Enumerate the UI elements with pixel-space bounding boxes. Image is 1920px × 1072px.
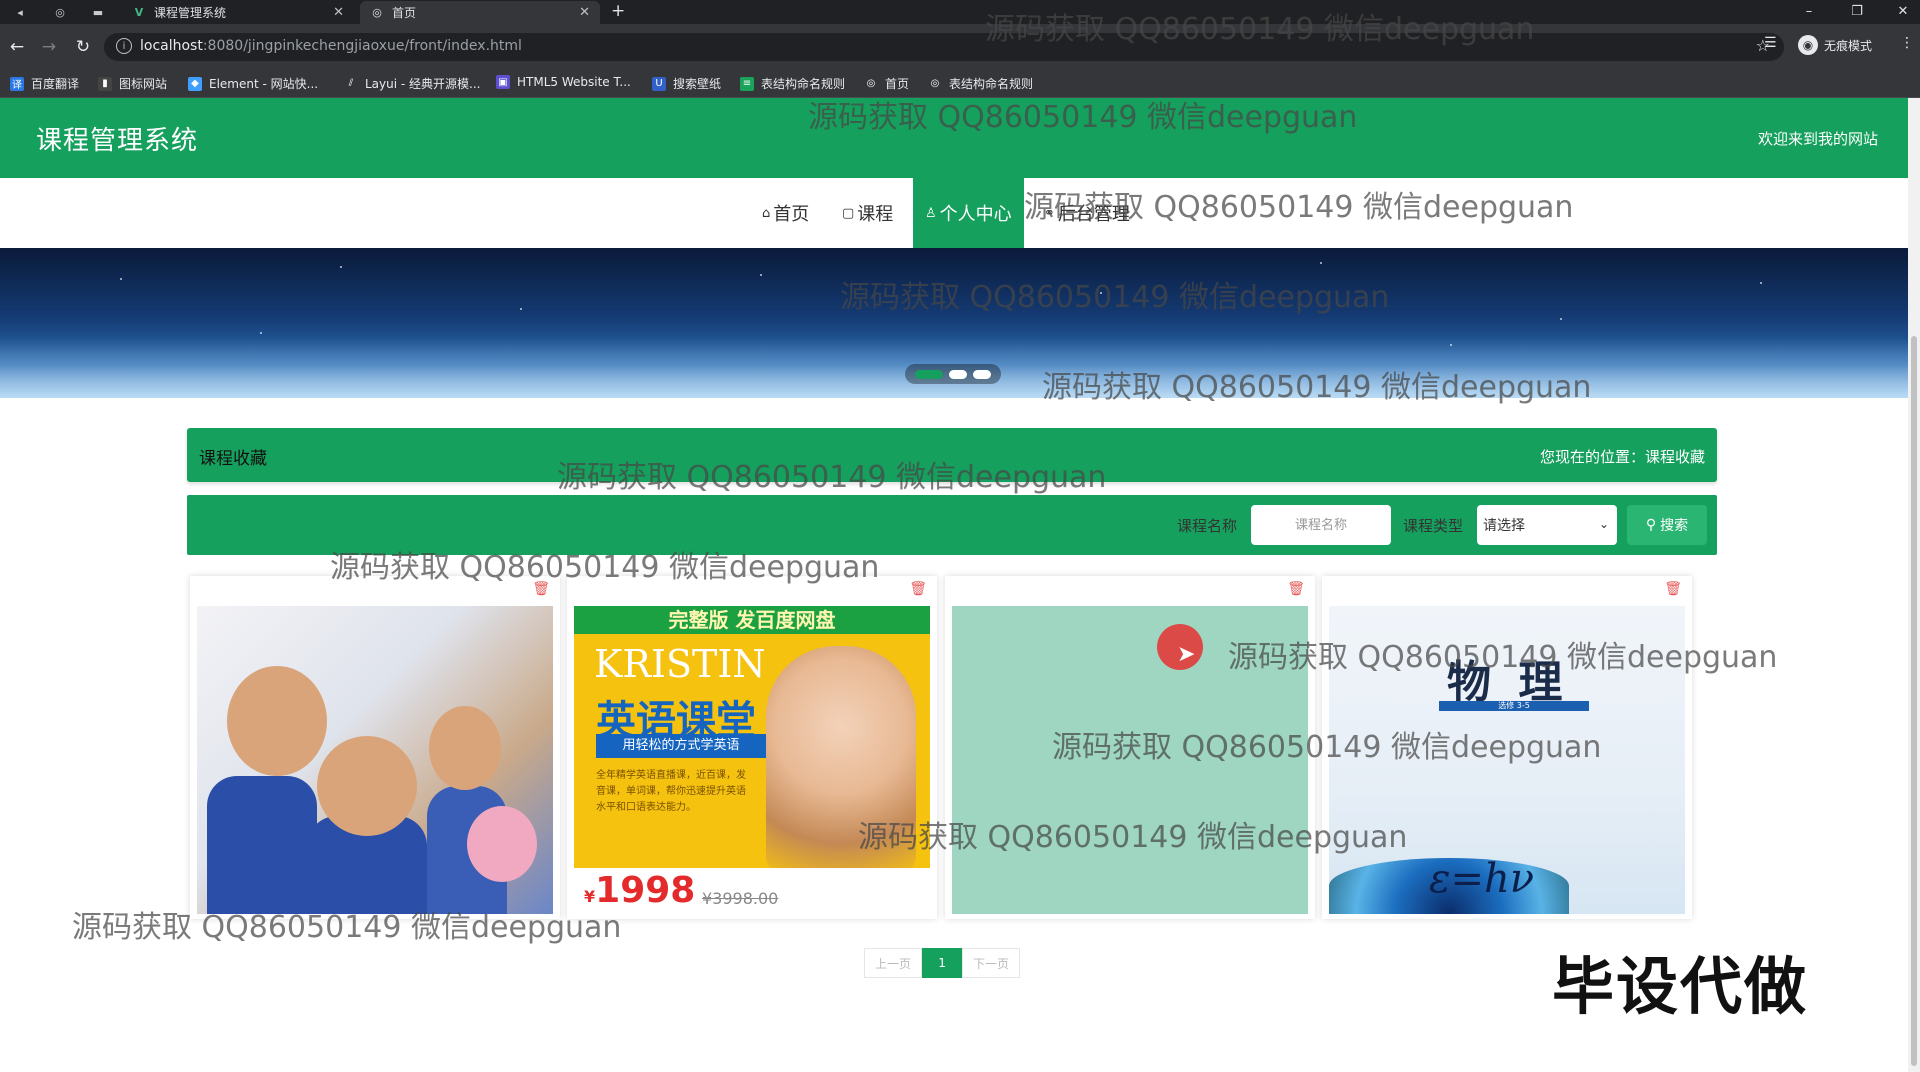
old-price: ¥3998.00	[702, 889, 779, 908]
minimize-button[interactable]: –	[1792, 0, 1826, 22]
bookmark-item[interactable]: ≡ 表结构命名规则	[740, 75, 845, 92]
main-nav: ⌂ 首页 ▢ 课程 ♙ 个人中心 ⚭ 后台管理	[0, 178, 1908, 248]
course-image-kids[interactable]	[197, 606, 553, 914]
speaker-icon[interactable]: ◂	[10, 2, 30, 22]
price: ¥1998	[584, 870, 696, 911]
course-card[interactable]: 🗑 ➤	[945, 576, 1315, 919]
carousel-dot[interactable]	[973, 369, 991, 379]
carousel-dot[interactable]	[915, 369, 943, 379]
bookmark-item[interactable]: U 搜索壁纸	[652, 75, 721, 92]
globe-icon[interactable]: ◎	[50, 2, 70, 22]
section-breadcrumb: 课程收藏 您现在的位置：课程收藏	[187, 428, 1717, 482]
link-icon: ⚭	[1044, 205, 1055, 221]
forward-button[interactable]: →	[38, 36, 60, 58]
carousel-indicators	[905, 364, 1001, 384]
url-text[interactable]: localhost:8080/jingpinkechengjiaoxue/fro…	[140, 38, 522, 54]
tab-title: 首页	[392, 6, 417, 20]
reading-list-icon[interactable]: ☰	[1764, 35, 1777, 51]
trash-icon[interactable]: 🗑	[1287, 581, 1305, 597]
site-title: 课程管理系统	[36, 126, 199, 156]
course-type-label: 课程类型	[1403, 517, 1464, 535]
close-tab-icon[interactable]: ✕	[579, 5, 590, 20]
next-page-button[interactable]: 下一页	[962, 948, 1021, 978]
reload-button[interactable]: ↻	[72, 36, 94, 58]
breadcrumb-location: 您现在的位置：课程收藏	[1539, 448, 1705, 466]
page-number[interactable]: 1	[922, 948, 963, 978]
site-header: 课程管理系统 欢迎来到我的网站	[0, 98, 1908, 178]
model-photo	[766, 646, 916, 876]
vue-icon: V	[134, 6, 144, 19]
browser-toolbar: ← → ↻ i localhost:8080/jingpinkechengjia…	[0, 24, 1920, 70]
user-icon: ♙	[925, 205, 937, 221]
mouse-cursor-icon: ➤	[1177, 642, 1196, 667]
address-bar[interactable]: i localhost:8080/jingpinkechengjiaoxue/f…	[104, 33, 1784, 61]
profile-button[interactable]: ◉ 无痕模式	[1798, 35, 1872, 55]
course-card[interactable]: 🗑	[190, 576, 560, 919]
poster-band: 完整版 发百度网盘	[574, 606, 930, 634]
restore-button[interactable]: ❐	[1840, 0, 1874, 22]
nav-item-home[interactable]: ⌂ 首页	[762, 178, 809, 248]
promo-stamp: 毕设代做	[1552, 950, 1809, 1023]
scroll-thumb[interactable]	[1911, 336, 1917, 1066]
course-card[interactable]: 🗑 物 理 选修 3-5 ε=hν	[1322, 576, 1692, 919]
new-tab-button[interactable]: +	[611, 1, 625, 21]
poster-brand: KRISTIN	[594, 642, 766, 686]
bookmark-item[interactable]: ◎ 表结构命名规则	[928, 75, 1033, 92]
course-image-english[interactable]: 完整版 发百度网盘 KRISTIN 英语课堂 用轻松的方式学英语 全年精学英语直…	[574, 606, 930, 914]
course-name-label: 课程名称	[1177, 517, 1238, 535]
menu-icon[interactable]: ⋮	[1900, 35, 1914, 51]
search-icon: ⚲	[1645, 517, 1657, 533]
web-page: 课程管理系统 欢迎来到我的网站 ⌂首页 ▢课程 ♙个人中心 ⚭后台管理	[0, 98, 1920, 1072]
browser-tab-home[interactable]: ◎ 首页 ✕	[360, 1, 600, 24]
nav-item-profile[interactable]: ♙ 个人中心	[913, 178, 1024, 248]
poster-subtitle: 用轻松的方式学英语	[596, 734, 766, 758]
close-window-button[interactable]: ✕	[1886, 0, 1920, 22]
welcome-text: 欢迎来到我的网站	[1757, 130, 1878, 148]
bookmarks-bar: 译百度翻译 ▮ 图标网站 ◆ Element - 网站快... ⫽ Layui - 经…	[0, 70, 1920, 98]
incognito-icon: ◉	[1798, 35, 1818, 55]
bookmark-item[interactable]: ▮ 图标网站	[98, 75, 167, 92]
bookmark-item[interactable]: 译百度翻译	[10, 75, 79, 92]
course-name-input[interactable]	[1251, 505, 1391, 545]
book-equation: ε=hν	[1429, 856, 1535, 902]
profile-label: 无痕模式	[1824, 38, 1873, 53]
trash-icon[interactable]: 🗑	[909, 581, 927, 597]
pagination: 上一页 1 下一页	[864, 948, 1021, 978]
browser-tab-course[interactable]: V 课程管理系统 ✕	[122, 1, 354, 24]
poster-desc: 全年精学英语直播课，近百课，发音课，单词课，帮你迅速提升英语水平和口语表达能力。	[596, 770, 746, 813]
nav-item-course[interactable]: ▢ 课程	[842, 178, 893, 248]
info-icon[interactable]: i	[116, 38, 132, 54]
banner-carousel[interactable]	[0, 248, 1908, 398]
tab-title: 课程管理系统	[154, 6, 227, 20]
back-button[interactable]: ←	[6, 36, 28, 58]
book-icon: ▢	[842, 205, 855, 221]
page-scrollbar[interactable]	[1908, 98, 1920, 1072]
section-title: 课程收藏	[199, 449, 267, 469]
bookmark-item[interactable]: ▣ HTML5 Website T...	[496, 75, 631, 89]
globe-icon: ◎	[372, 6, 382, 19]
search-button[interactable]: ⚲ 搜索	[1627, 505, 1707, 545]
search-bar: 课程名称 课程类型 请选择 ⌄ ⚲搜索	[187, 495, 1717, 555]
bookmark-item[interactable]: ◎ 首页	[864, 75, 909, 92]
home-icon: ⌂	[762, 205, 771, 221]
bookmark-item[interactable]: ⫽ Layui - 经典开源模...	[344, 75, 480, 92]
trash-icon[interactable]: 🗑	[1664, 581, 1682, 597]
chevron-down-icon: ⌄	[1598, 517, 1609, 531]
course-card[interactable]: 🗑 完整版 发百度网盘 KRISTIN 英语课堂 用轻松的方式学英语 全年精学英…	[567, 576, 937, 919]
prev-page-button[interactable]: 上一页	[864, 948, 923, 978]
bookmark-item[interactable]: ◆ Element - 网站快...	[188, 75, 318, 92]
nav-item-admin[interactable]: ⚭ 后台管理	[1044, 178, 1130, 248]
close-tab-icon[interactable]: ✕	[333, 5, 344, 20]
course-image-blank[interactable]: ➤	[952, 606, 1308, 914]
course-type-select[interactable]: 请选择 ⌄	[1477, 505, 1617, 545]
select-value: 请选择	[1483, 518, 1525, 534]
trash-icon[interactable]: 🗑	[532, 581, 550, 597]
carousel-dot[interactable]	[949, 369, 967, 379]
tab-search-icon[interactable]: ▬	[88, 2, 108, 22]
course-image-physics[interactable]: 物 理 选修 3-5 ε=hν	[1329, 606, 1685, 914]
book-subtitle-bar: 选修 3-5	[1439, 701, 1589, 711]
browser-tabbar: ◂ ◎ ▬ V 课程管理系统 ✕ ◎ 首页 ✕ + – ❐ ✕	[0, 0, 1920, 24]
